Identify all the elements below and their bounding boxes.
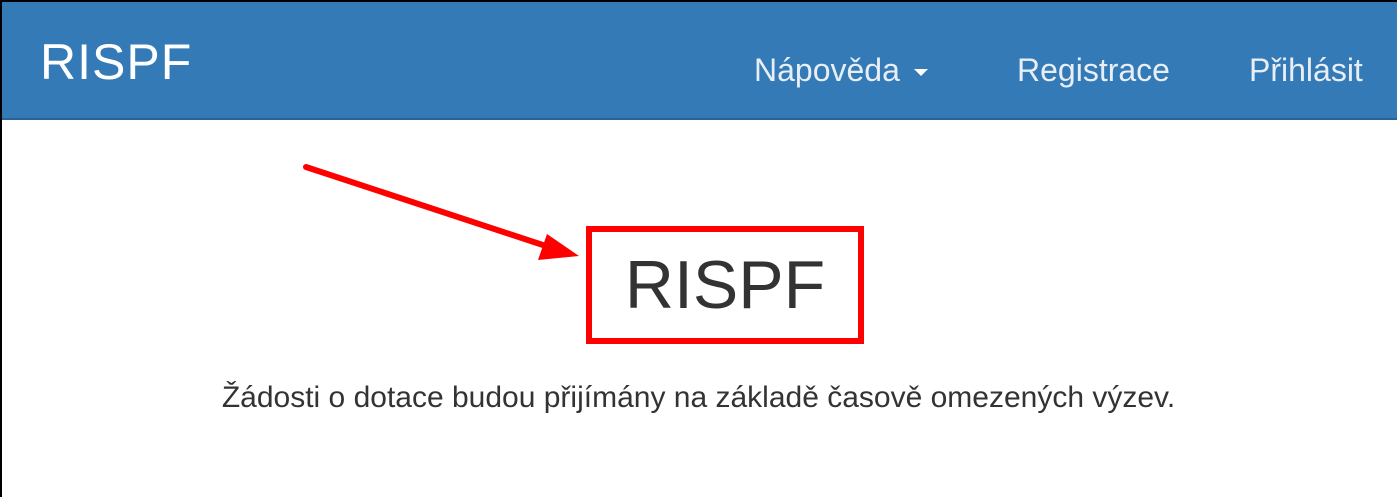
arrow-shaft (303, 164, 558, 252)
page-subtitle: Žádosti o dotace budou přijímány na zákl… (221, 381, 1176, 414)
red-highlight-box (586, 226, 864, 344)
arrow-head (538, 234, 579, 260)
